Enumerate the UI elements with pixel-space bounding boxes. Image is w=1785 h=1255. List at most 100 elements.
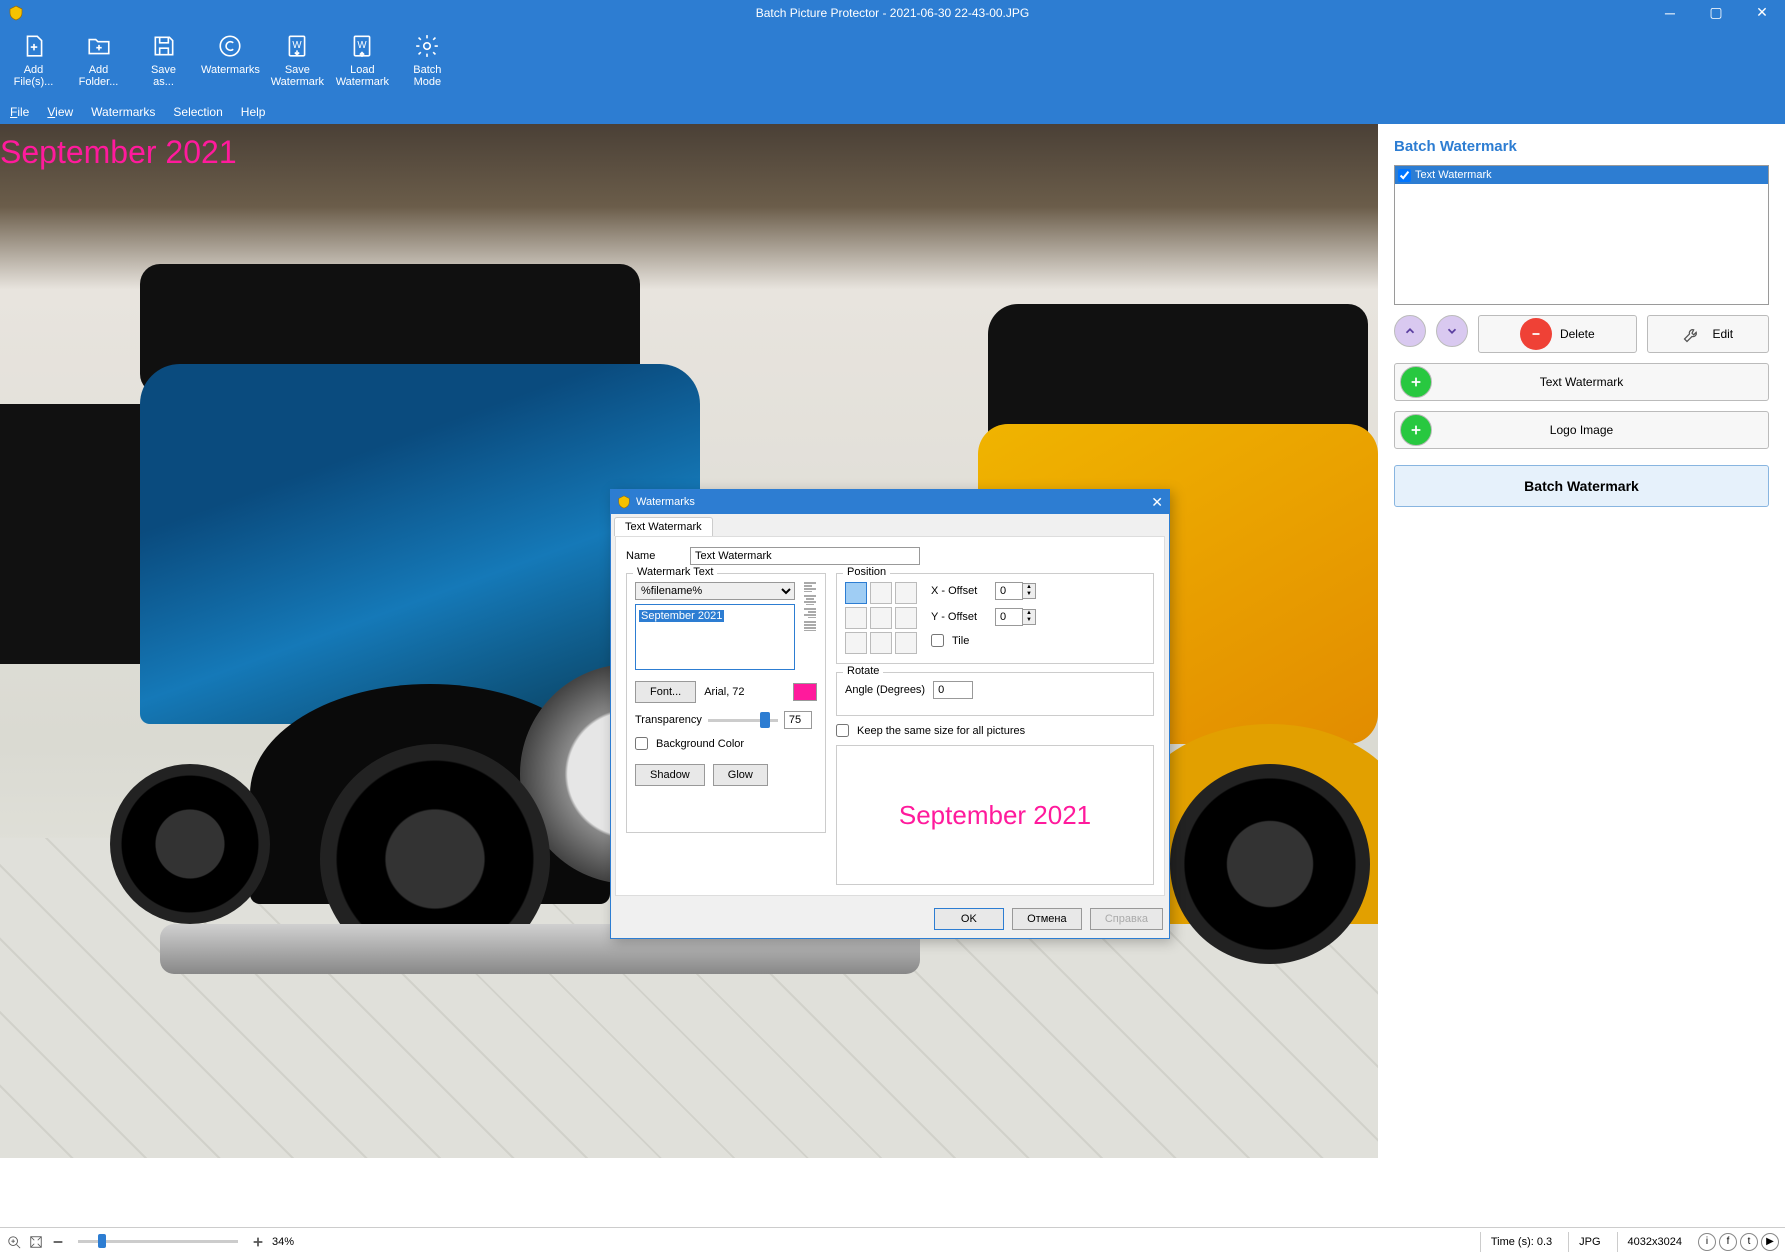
batch-watermark-button[interactable]: Batch Watermark — [1394, 465, 1769, 507]
minimize-button[interactable]: ─ — [1647, 0, 1693, 25]
x-offset-label: X - Offset — [931, 585, 987, 597]
watermark-overlay-text: September 2021 — [0, 134, 237, 171]
gear-icon — [413, 32, 441, 60]
status-time: Time (s): 0.3 — [1480, 1232, 1562, 1252]
align-center-icon[interactable] — [803, 595, 817, 605]
main-area: September 2021 Batch Watermark Text Wate… — [0, 124, 1785, 1158]
window-title: Batch Picture Protector - 2021-06-30 22-… — [756, 6, 1029, 20]
move-down-button[interactable] — [1436, 315, 1468, 347]
move-up-button[interactable] — [1394, 315, 1426, 347]
menubar: File View Watermarks Selection Help — [0, 100, 1785, 124]
watermark-preview: September 2021 — [836, 745, 1154, 885]
zoom-slider[interactable] — [78, 1240, 238, 1243]
watermarks-dialog: Watermarks ✕ Text Watermark Name Waterma… — [610, 489, 1170, 939]
angle-input[interactable] — [933, 681, 973, 699]
dialog-titlebar[interactable]: Watermarks ✕ — [611, 490, 1169, 514]
copyright-icon — [216, 32, 244, 60]
tab-text-watermark[interactable]: Text Watermark — [614, 517, 713, 536]
minus-icon — [1520, 318, 1552, 350]
help-button: Справка — [1090, 908, 1163, 930]
watermark-list-item[interactable]: Text Watermark — [1395, 166, 1768, 184]
status-format: JPG — [1568, 1232, 1610, 1252]
menu-view[interactable]: View — [47, 105, 73, 119]
load-watermark-icon: W — [348, 32, 376, 60]
sidebar-heading: Batch Watermark — [1394, 138, 1769, 155]
watermark-item-checkbox[interactable] — [1398, 169, 1411, 182]
background-color-checkbox[interactable] — [635, 737, 648, 750]
menu-watermarks[interactable]: Watermarks — [91, 105, 155, 119]
watermark-text-label: Watermark Text — [633, 566, 717, 578]
twitter-icon[interactable]: t — [1740, 1233, 1758, 1251]
add-files-button[interactable]: Add File(s)... — [6, 28, 61, 88]
cancel-button[interactable]: Отмена — [1012, 908, 1082, 930]
folder-plus-icon — [85, 32, 113, 60]
tile-checkbox[interactable] — [931, 634, 944, 647]
zoom-actual-icon[interactable] — [6, 1234, 22, 1250]
fit-screen-icon[interactable] — [28, 1234, 44, 1250]
transparency-label: Transparency — [635, 714, 702, 726]
load-watermark-button[interactable]: W Load Watermark — [335, 28, 390, 88]
svg-text:W: W — [358, 40, 368, 51]
position-label: Position — [843, 566, 890, 578]
keep-size-label: Keep the same size for all pictures — [857, 725, 1025, 737]
watermark-list[interactable]: Text Watermark — [1394, 165, 1769, 305]
glow-button[interactable]: Glow — [713, 764, 768, 786]
angle-label: Angle (Degrees) — [845, 684, 925, 696]
info-icon[interactable]: i — [1698, 1233, 1716, 1251]
align-left-icon[interactable] — [803, 582, 817, 592]
watermark-text-combo[interactable]: %filename% — [635, 582, 795, 600]
align-right-icon[interactable] — [803, 608, 817, 618]
zoom-out-icon[interactable] — [50, 1234, 66, 1250]
youtube-icon[interactable]: ▶ — [1761, 1233, 1779, 1251]
watermarks-button[interactable]: Watermarks — [201, 28, 260, 76]
maximize-button[interactable]: ▢ — [1693, 0, 1739, 25]
zoom-in-icon[interactable] — [250, 1234, 266, 1250]
ok-button[interactable]: OK — [934, 908, 1004, 930]
status-dimensions: 4032x3024 — [1617, 1232, 1692, 1252]
shield-icon — [617, 495, 631, 509]
preview-text: September 2021 — [899, 800, 1091, 831]
transparency-value[interactable] — [784, 711, 812, 729]
close-button[interactable]: ✕ — [1739, 0, 1785, 25]
pos-top-left[interactable] — [845, 582, 867, 604]
font-description: Arial, 72 — [704, 686, 744, 698]
menu-file[interactable]: File — [10, 105, 29, 119]
svg-text:W: W — [293, 40, 303, 51]
x-offset-spinner[interactable]: ▲▼ — [995, 582, 1036, 600]
add-folder-button[interactable]: Add Folder... — [71, 28, 126, 88]
tile-label: Tile — [952, 635, 969, 647]
transparency-slider[interactable] — [708, 719, 778, 722]
background-color-label: Background Color — [656, 738, 744, 750]
menu-selection[interactable]: Selection — [173, 105, 222, 119]
align-justify-icon[interactable] — [803, 621, 817, 631]
wrench-icon — [1682, 324, 1702, 344]
batch-mode-button[interactable]: Batch Mode — [400, 28, 455, 88]
y-offset-label: Y - Offset — [931, 611, 987, 623]
file-plus-icon — [20, 32, 48, 60]
dialog-close-button[interactable]: ✕ — [1151, 494, 1163, 511]
statusbar: 34% Time (s): 0.3 JPG 4032x3024 i f t ▶ — [0, 1227, 1785, 1255]
watermark-text-selection: September 2021 — [639, 610, 724, 622]
keep-size-checkbox[interactable] — [836, 724, 849, 737]
save-as-button[interactable]: Save as... — [136, 28, 191, 88]
save-watermark-icon: W — [283, 32, 311, 60]
delete-button[interactable]: Delete — [1478, 315, 1637, 353]
shadow-button[interactable]: Shadow — [635, 764, 705, 786]
save-watermark-button[interactable]: W Save Watermark — [270, 28, 325, 88]
menu-help[interactable]: Help — [241, 105, 266, 119]
sidebar: Batch Watermark Text Watermark Delete Ed… — [1378, 124, 1785, 1158]
facebook-icon[interactable]: f — [1719, 1233, 1737, 1251]
font-button[interactable]: Font... — [635, 681, 696, 703]
titlebar: Batch Picture Protector - 2021-06-30 22-… — [0, 0, 1785, 25]
y-offset-spinner[interactable]: ▲▼ — [995, 608, 1036, 626]
plus-icon — [1400, 366, 1432, 398]
edit-button[interactable]: Edit — [1647, 315, 1769, 353]
add-text-watermark-button[interactable]: Text Watermark — [1394, 363, 1769, 401]
color-swatch[interactable] — [793, 683, 817, 701]
rotate-label: Rotate — [843, 665, 883, 677]
plus-icon — [1400, 414, 1432, 446]
name-label: Name — [626, 550, 682, 562]
name-input[interactable] — [690, 547, 920, 565]
add-logo-image-button[interactable]: Logo Image — [1394, 411, 1769, 449]
position-grid[interactable] — [845, 582, 917, 654]
